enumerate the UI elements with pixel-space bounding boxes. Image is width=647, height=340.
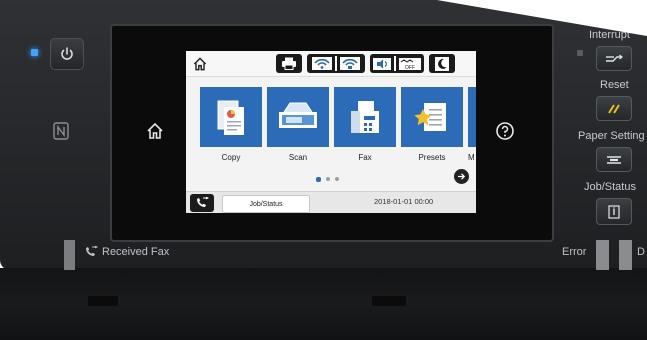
wifi-icon — [312, 57, 332, 70]
presets-tile-icon — [401, 87, 463, 147]
power-led — [31, 49, 38, 56]
fax-status-button[interactable] — [190, 194, 214, 212]
presets-icon — [414, 103, 446, 131]
interrupt-icon — [606, 54, 623, 62]
tile-presets[interactable]: Presets — [401, 87, 463, 162]
network-status[interactable] — [307, 54, 365, 73]
phone-fax-icon — [197, 197, 209, 207]
nfc-icon — [50, 120, 72, 142]
printer-icon[interactable] — [276, 54, 302, 73]
tile-label: Fax — [358, 153, 372, 162]
app-tiles: Copy Scan Fax Presets M — [186, 87, 476, 171]
copy-icon — [217, 100, 244, 135]
copy-tile-icon — [200, 87, 262, 147]
paper-setting-button[interactable] — [596, 147, 632, 172]
received-fax-label: Received Fax — [102, 246, 170, 258]
touch-screen: OFF Copy Scan Fax Presets M Job/Status 2… — [186, 51, 476, 213]
background-corner — [437, 0, 647, 36]
panel-lower-housing — [0, 268, 647, 340]
tile-label: Presets — [418, 153, 446, 162]
received-fax-led — [64, 240, 75, 270]
tile-more[interactable]: M — [468, 87, 476, 162]
tile-scan[interactable]: Scan — [267, 87, 329, 162]
home-icon[interactable] — [191, 55, 209, 73]
status-bar: OFF — [186, 51, 476, 77]
fax-icon — [351, 101, 379, 133]
housing-slot — [372, 296, 406, 306]
svg-text:OFF: OFF — [405, 65, 415, 71]
bottom-bar: Job/Status 2018-01-01 00:00 — [186, 191, 476, 213]
page-dot[interactable] — [335, 177, 339, 181]
received-fax-indicator: Received Fax — [84, 246, 169, 258]
error-label: Error — [562, 246, 587, 258]
wifi-direct-icon — [340, 57, 360, 70]
data-label: D — [637, 246, 645, 258]
help-icon[interactable] — [494, 120, 516, 142]
quiet-off-icon: OFF — [399, 57, 421, 71]
divider — [335, 56, 337, 71]
job-status-hw-button[interactable] — [596, 198, 632, 225]
scan-tile-icon — [267, 87, 329, 147]
tile-label: M — [468, 153, 475, 162]
page-dot[interactable] — [326, 177, 330, 181]
interrupt-led — [577, 50, 583, 56]
arrow-right-icon — [458, 173, 466, 180]
error-led — [596, 240, 609, 270]
fax-tile-icon — [334, 87, 396, 147]
power-icon — [61, 47, 73, 60]
job-list-icon — [608, 204, 620, 219]
date-time: 2018-01-01 00:00 — [374, 197, 434, 206]
job-status-label: Job/Status — [584, 181, 636, 193]
reset-button[interactable] — [596, 96, 632, 121]
page-indicator — [316, 176, 339, 182]
sound-icon — [373, 57, 391, 70]
divider — [394, 56, 396, 71]
printer-control-panel: OFF Copy Scan Fax Presets M Job/Status 2… — [0, 0, 647, 340]
interrupt-button[interactable] — [596, 46, 632, 71]
tile-copy[interactable]: Copy — [200, 87, 262, 162]
next-page-button[interactable] — [454, 169, 469, 184]
page-dot-active[interactable] — [316, 176, 321, 182]
phone-fax-icon — [86, 246, 98, 256]
more-tile-icon — [468, 87, 476, 147]
sleep-icon[interactable] — [429, 54, 455, 73]
sound-status[interactable]: OFF — [370, 54, 424, 73]
reset-icon — [608, 103, 620, 114]
home-icon[interactable] — [143, 119, 167, 143]
tile-label: Scan — [288, 153, 308, 162]
data-led — [619, 240, 632, 270]
tile-fax[interactable]: Fax — [334, 87, 396, 162]
reset-label: Reset — [600, 79, 629, 91]
power-button[interactable] — [50, 38, 84, 70]
scan-icon — [279, 102, 317, 128]
paper-setting-label: Paper Setting — [578, 130, 645, 142]
housing-slot — [88, 296, 118, 306]
paper-tray-icon — [607, 155, 621, 164]
tile-label: Copy — [221, 153, 241, 162]
job-status-button[interactable]: Job/Status — [222, 195, 310, 213]
